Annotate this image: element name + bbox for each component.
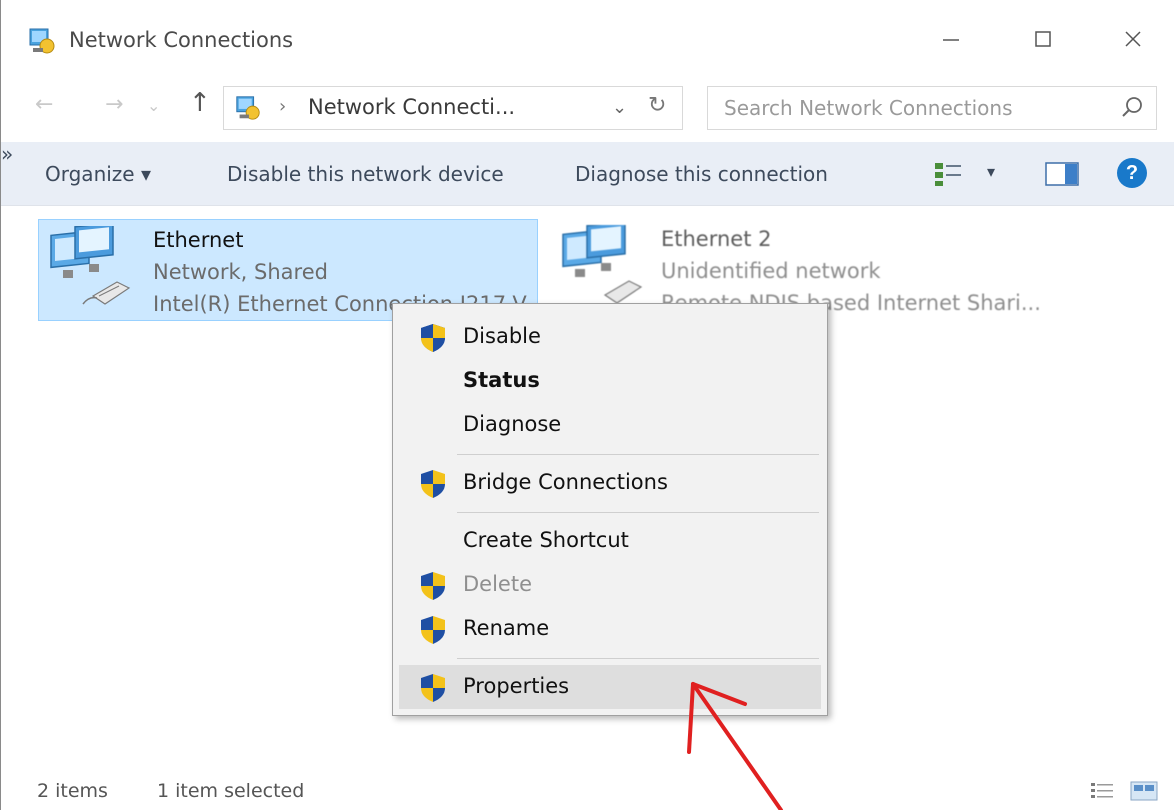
breadcrumb-network-connections[interactable]: Network Connecti... xyxy=(308,95,515,119)
uac-shield-icon xyxy=(421,572,445,600)
uac-shield-icon xyxy=(421,470,445,498)
network-connections-window: Network Connections ← → ⌄ ↑ › Network Co… xyxy=(0,0,1174,810)
uac-shield-icon xyxy=(421,674,445,702)
address-row: ← → ⌄ ↑ › Network Connecti... ⌄ ↻ Search… xyxy=(1,78,1174,138)
search-box[interactable]: Search Network Connections xyxy=(707,86,1157,130)
menu-item-label: Create Shortcut xyxy=(463,528,629,552)
network-connections-icon xyxy=(29,28,55,54)
minimize-icon xyxy=(943,39,959,41)
help-icon: ? xyxy=(1125,161,1139,184)
menu-separator xyxy=(457,658,819,659)
menu-item-disable[interactable]: Disable xyxy=(399,315,821,359)
address-bar[interactable]: › Network Connecti... ⌄ ↻ xyxy=(223,86,683,130)
window-title: Network Connections xyxy=(69,28,294,52)
menu-item-label: Disable xyxy=(463,324,541,348)
connection-name: Ethernet xyxy=(153,228,244,252)
back-button[interactable]: ← xyxy=(35,92,53,117)
menu-item-label: Bridge Connections xyxy=(463,470,668,494)
change-view-icon[interactable] xyxy=(933,160,965,188)
close-button[interactable] xyxy=(1103,18,1163,60)
search-icon[interactable] xyxy=(1120,94,1146,120)
title-bar: Network Connections xyxy=(1,0,1174,78)
close-icon xyxy=(1125,31,1141,47)
menu-item-label: Rename xyxy=(463,616,550,640)
status-bar: 2 items 1 item selected xyxy=(1,770,1174,810)
menu-separator xyxy=(457,512,819,513)
menu-separator xyxy=(457,454,819,455)
item-count: 2 items xyxy=(37,780,108,802)
refresh-button[interactable]: ↻ xyxy=(648,93,666,118)
disable-device-button[interactable]: Disable this network device xyxy=(227,162,504,186)
details-view-icon[interactable] xyxy=(1089,780,1115,802)
uac-shield-icon xyxy=(421,616,445,644)
menu-item-diagnose[interactable]: Diagnose xyxy=(399,403,821,447)
menu-item-rename[interactable]: Rename xyxy=(399,607,821,651)
minimize-button[interactable] xyxy=(921,18,981,60)
breadcrumb-separator: › xyxy=(279,96,287,117)
command-bar: Organize ▾ Disable this network device D… xyxy=(1,142,1174,206)
menu-item-status[interactable]: Status xyxy=(399,359,821,403)
menu-item-label: Properties xyxy=(463,674,570,698)
more-commands-button[interactable]: » xyxy=(1,142,13,166)
view-dropdown-button[interactable]: ▾ xyxy=(987,162,995,181)
menu-item-bridge-connections[interactable]: Bridge Connections xyxy=(399,461,821,505)
help-button[interactable]: ? xyxy=(1117,158,1147,188)
recent-locations-button[interactable]: ⌄ xyxy=(147,96,160,115)
organize-button[interactable]: Organize ▾ xyxy=(45,162,151,186)
menu-item-label: Status xyxy=(463,368,540,392)
uac-shield-icon xyxy=(421,324,445,352)
connection-status: Unidentified network xyxy=(661,259,881,283)
preview-pane-icon[interactable] xyxy=(1045,162,1079,186)
maximize-icon xyxy=(1035,31,1051,47)
connection-name: Ethernet 2 xyxy=(661,227,772,251)
network-connections-icon xyxy=(236,96,260,120)
menu-item-label: Diagnose xyxy=(463,412,562,436)
context-menu: Disable Status Diagnose Bridge Connectio… xyxy=(392,303,828,716)
network-adapter-icon xyxy=(562,225,643,304)
menu-item-label: Delete xyxy=(463,572,532,596)
connection-status: Network, Shared xyxy=(153,260,328,284)
forward-button[interactable]: → xyxy=(105,92,123,117)
menu-item-delete: Delete xyxy=(399,563,821,607)
menu-item-create-shortcut[interactable]: Create Shortcut xyxy=(399,519,821,563)
maximize-button[interactable] xyxy=(1013,18,1073,60)
menu-item-properties[interactable]: Properties xyxy=(399,665,821,709)
selection-count: 1 item selected xyxy=(157,780,305,802)
search-input[interactable]: Search Network Connections xyxy=(724,96,1013,120)
up-button[interactable]: ↑ xyxy=(189,88,211,118)
diagnose-connection-button[interactable]: Diagnose this connection xyxy=(575,162,828,186)
address-dropdown-button[interactable]: ⌄ xyxy=(612,97,627,118)
network-adapter-icon xyxy=(50,226,131,305)
large-icons-view-icon[interactable] xyxy=(1129,780,1159,802)
